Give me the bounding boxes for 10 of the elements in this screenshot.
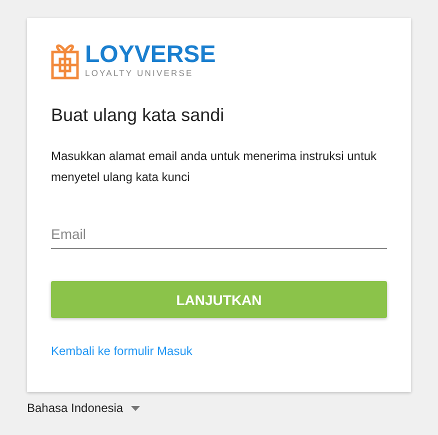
logo-tagline: LOYALTY UNIVERSE xyxy=(85,68,194,78)
logo-name: LOYVERSE xyxy=(85,44,216,66)
back-to-login-link[interactable]: Kembali ke formulir Masuk xyxy=(51,344,192,358)
caret-icon[interactable] xyxy=(131,406,140,410)
gift-icon xyxy=(51,42,79,80)
instructions-text: Masukkan alamat email anda untuk menerima instruksi untuk menyetel ulang kata kunci xyxy=(51,148,378,186)
email-field[interactable]: Email xyxy=(51,226,387,249)
language-selector[interactable]: Bahasa Indonesia xyxy=(27,401,124,415)
continue-button[interactable]: LANJUTKAN xyxy=(51,281,387,318)
page-title: Buat ulang kata sandi xyxy=(51,105,226,126)
